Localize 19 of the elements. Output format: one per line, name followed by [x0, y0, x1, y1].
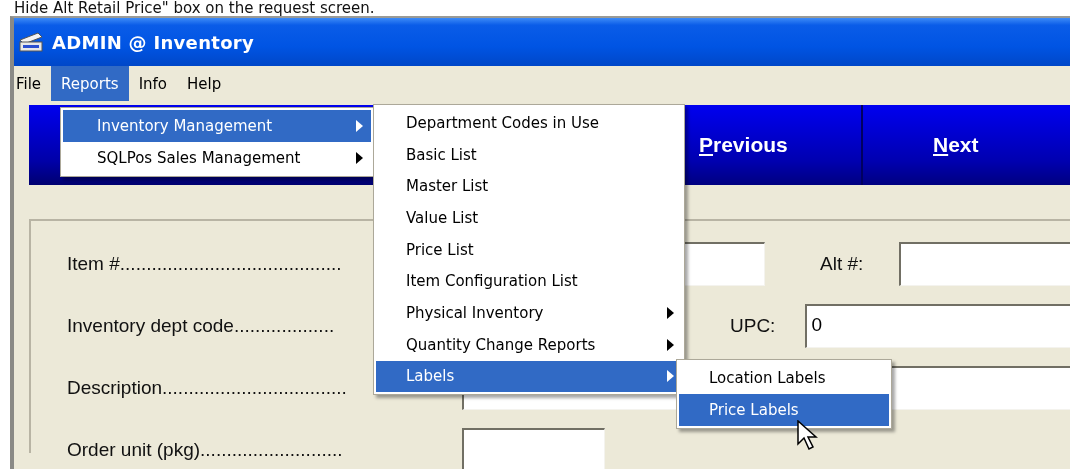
menu-bar-item[interactable]: File [14, 66, 52, 101]
menu-item[interactable]: Inventory Management [63, 110, 371, 142]
field-label: Inventory dept code................... [67, 315, 335, 337]
menu-bar-item[interactable]: Info [128, 66, 178, 101]
input-field[interactable] [899, 242, 1070, 286]
menu-bar-item[interactable]: Reports [51, 66, 129, 101]
menu-item[interactable]: Price Labels [679, 394, 889, 426]
menu-bar-item[interactable]: Help [177, 66, 232, 101]
field-label: Description................................... [67, 377, 347, 399]
printer-icon [18, 31, 44, 53]
field-label: UPC: [730, 315, 776, 337]
field-label: Alt #: [820, 253, 864, 275]
input-field[interactable]: 0 [805, 304, 1070, 348]
nav-button[interactable]: Next [861, 105, 1070, 185]
input-field[interactable] [462, 428, 605, 469]
field-label: Item #.......................................... [67, 253, 342, 275]
window-title: ADMIN @ Inventory [52, 31, 255, 53]
field-label: Order unit (pkg)........................... [67, 439, 343, 461]
caption-text: Hide Alt Retail Price" box on the request screen. [13, 0, 376, 16]
